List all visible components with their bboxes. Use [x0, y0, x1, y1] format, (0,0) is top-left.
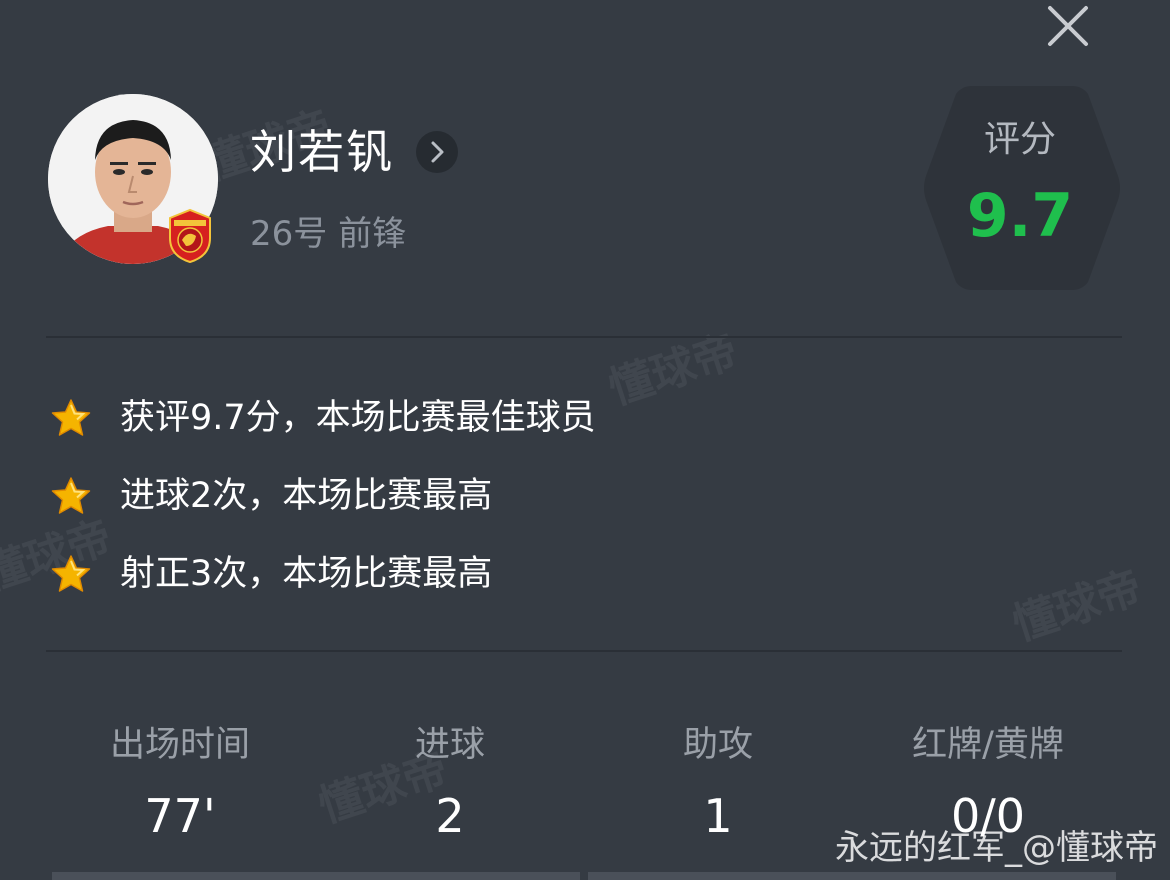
stat-bar [588, 872, 1116, 880]
player-detail-button[interactable] [416, 131, 458, 173]
chevron-right-icon [431, 141, 444, 163]
stat-value-assists: 1 [703, 789, 733, 843]
player-name: 刘若钒 [250, 125, 394, 179]
divider [46, 650, 1122, 652]
highlight-text: 射正3次，本场比赛最高 [120, 554, 493, 594]
star-icon [51, 399, 91, 436]
close-button[interactable] [1044, 2, 1092, 50]
divider [46, 336, 1122, 338]
player-number-position: 26号 前锋 [250, 214, 407, 254]
close-icon [1048, 6, 1088, 46]
stat-label-goals: 进球 [414, 725, 485, 765]
star-icon [51, 555, 91, 592]
stat-value-goals: 2 [435, 789, 465, 843]
highlight-item: 获评9.7分，本场比赛最佳球员 [50, 394, 750, 444]
stat-label-minutes: 出场时间 [109, 725, 250, 765]
highlight-text: 获评9.7分，本场比赛最佳球员 [120, 398, 596, 438]
rating-label: 评分 [983, 119, 1056, 160]
highlight-item: 射正3次，本场比赛最高 [50, 550, 750, 600]
club-badge-icon [166, 208, 214, 264]
stat-label-cards: 红牌/黄牌 [912, 725, 1064, 765]
highlight-text: 进球2次，本场比赛最高 [120, 476, 493, 516]
stat-bar [52, 872, 580, 880]
stat-value-minutes: 77' [144, 789, 216, 843]
star-icon [51, 477, 91, 514]
watermark: 懂球帝 [1006, 561, 1149, 651]
highlight-item: 进球2次，本场比赛最高 [50, 472, 750, 522]
rating-value: 9.7 [966, 181, 1074, 251]
stat-label-assists: 助攻 [682, 725, 753, 765]
source-watermark: 永远的红军_@懂球帝 [835, 828, 1158, 868]
